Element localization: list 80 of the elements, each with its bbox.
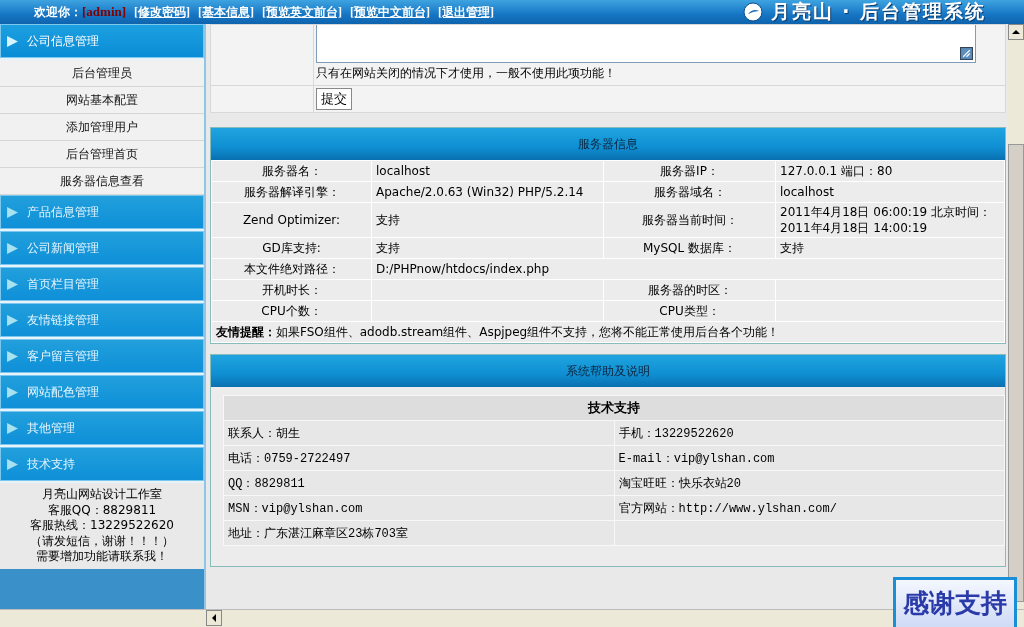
info-label: 服务器IP：	[603, 160, 776, 182]
sidebar-section[interactable]: 其他管理	[0, 411, 204, 445]
vertical-scrollbar[interactable]	[1008, 24, 1024, 609]
notice-text: 友情提醒：如果FSO组件、adodb.stream组件、Aspjpeg组件不支持，您将不能正常使用后台各个功能！	[211, 321, 1005, 343]
sidebar-section[interactable]: 产品信息管理	[0, 195, 204, 229]
header-link[interactable]: [修改密码]	[134, 3, 191, 21]
header-link[interactable]: [基本信息]	[198, 3, 255, 21]
sidebar-section[interactable]: 友情链接管理	[0, 303, 204, 337]
contact-cell: MSN：vip@ylshan.com	[223, 495, 614, 521]
header-link[interactable]: [退出管理]	[438, 3, 495, 21]
contact-cell: 地址：广东湛江麻章区23栋703室	[223, 520, 614, 546]
info-label: CPU个数：	[211, 300, 372, 322]
info-label: Zend Optimizer:	[211, 202, 372, 238]
header-link[interactable]: [预览英文前台]	[262, 3, 343, 21]
panel-header: 服务器信息	[211, 128, 1005, 160]
sidebar-section[interactable]: 技术支持	[0, 447, 204, 481]
info-label: CPU类型：	[603, 300, 776, 322]
sidebar-section[interactable]: 网站配色管理	[0, 375, 204, 409]
info-value: D:/PHPnow/htdocs/index.php	[371, 258, 1005, 280]
sidebar-item[interactable]: 服务器信息查看	[0, 168, 204, 195]
info-value: localhost	[371, 160, 604, 182]
info-label: 服务器解译引擎：	[211, 181, 372, 203]
header-link[interactable]: [预览中文前台]	[350, 3, 431, 21]
sidebar-item[interactable]: 网站基本配置	[0, 87, 204, 114]
contact-line: 客服QQ：8829811	[46, 502, 158, 518]
welcome-label: 欢迎你：	[34, 3, 82, 21]
contact-cell: E-mail：vip@ylshan.com	[614, 445, 1005, 471]
info-label: 开机时长：	[211, 279, 372, 301]
sidebar-section[interactable]: 首页栏目管理	[0, 267, 204, 301]
info-label: 服务器当前时间：	[603, 202, 776, 238]
contact-line: 客服热线：13229522620	[29, 518, 175, 534]
support-title: 技术支持	[223, 395, 1005, 421]
triangle-icon	[6, 205, 19, 219]
text-area[interactable]	[316, 25, 976, 63]
contact-cell: 淘宝旺旺：快乐衣站20	[614, 470, 1005, 496]
contact-cell: 官方网站：http://www.ylshan.com/	[614, 495, 1005, 521]
triangle-icon	[6, 385, 19, 399]
info-label: 服务器名：	[211, 160, 372, 182]
resize-icon	[960, 47, 973, 60]
info-value: localhost	[775, 181, 1005, 203]
contact-cell: QQ：8829811	[223, 470, 614, 496]
panel-header: 系统帮助及说明	[211, 355, 1005, 387]
triangle-icon	[6, 277, 19, 291]
info-value: 支持	[775, 237, 1005, 259]
triangle-icon	[6, 421, 19, 435]
info-value: 2011年4月18日 06:00:19 北京时间： 2011年4月18日 14:00:19	[775, 202, 1005, 238]
sidebar-section[interactable]: 公司新闻管理	[0, 231, 204, 265]
contact-line: 需要增加功能请联系我！	[35, 549, 169, 565]
logo-text: 月亮山 · 后台管理系统	[770, 0, 987, 24]
left-arrow-icon[interactable]	[210, 614, 218, 622]
triangle-icon	[6, 313, 19, 327]
triangle-icon	[6, 34, 19, 48]
triangle-icon	[6, 457, 19, 471]
username: [admin]	[82, 4, 127, 20]
sidebar-section[interactable]: 公司信息管理	[0, 24, 204, 58]
sidebar-item[interactable]: 添加管理用户	[0, 114, 204, 141]
info-value: Apache/2.0.63 (Win32) PHP/5.2.14	[371, 181, 604, 203]
info-label: 本文件绝对路径：	[211, 258, 372, 280]
info-value: 127.0.0.1 端口：80	[775, 160, 1005, 182]
submit-button[interactable]: 提交	[316, 88, 352, 110]
triangle-icon	[6, 241, 19, 255]
sidebar-item[interactable]: 后台管理首页	[0, 141, 204, 168]
contact-line: 月亮山网站设计工作室	[41, 487, 163, 503]
info-label: GD库支持:	[211, 237, 372, 259]
info-value: 支持	[371, 237, 604, 259]
sidebar-item[interactable]: 后台管理员	[0, 60, 204, 87]
thanks-badge[interactable]: 感谢支持	[893, 577, 1017, 627]
info-label: 服务器域名：	[603, 181, 776, 203]
moon-logo-icon	[742, 2, 763, 22]
info-value: 支持	[371, 202, 604, 238]
sidebar-section[interactable]: 客户留言管理	[0, 339, 204, 373]
info-label: 服务器的时区：	[603, 279, 776, 301]
up-arrow-icon[interactable]	[1012, 28, 1020, 36]
info-label: MySQL 数据库：	[603, 237, 776, 259]
contact-cell: 电话：0759-2722497	[223, 445, 614, 471]
triangle-icon	[6, 349, 19, 363]
contact-cell: 手机：13229522620	[614, 420, 1005, 446]
form-note: 只有在网站关闭的情况下才使用，一般不使用此项功能！	[316, 65, 617, 82]
contact-line: （请发短信，谢谢！！！）	[29, 533, 175, 549]
contact-cell: 联系人：胡生	[223, 420, 614, 446]
